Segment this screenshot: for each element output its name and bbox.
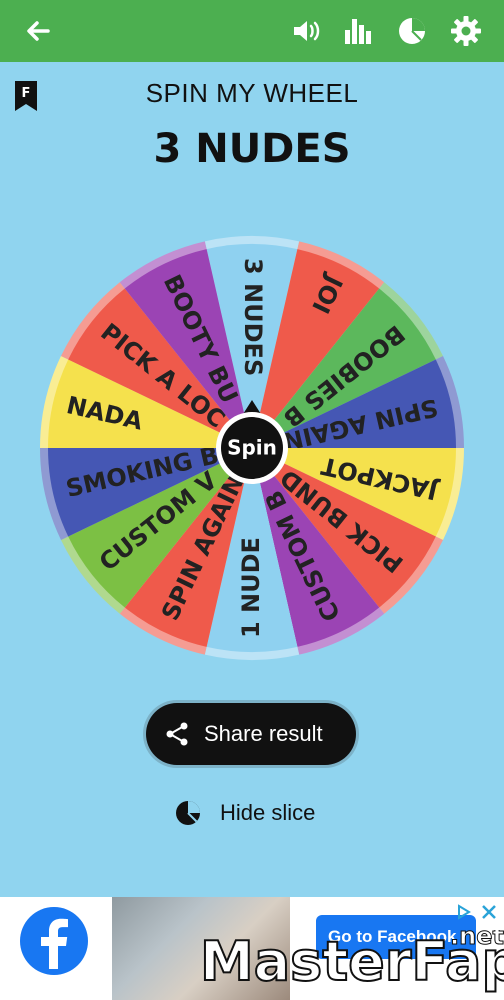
share-icon [166, 722, 188, 746]
spin-button-label[interactable]: Spin [227, 436, 277, 460]
spin-result: 3 NUDES [153, 126, 351, 172]
back-arrow-icon[interactable] [20, 13, 56, 49]
pie-chart-icon [176, 801, 200, 825]
volume-icon[interactable] [288, 13, 324, 49]
ad-choices-icon[interactable] [455, 903, 499, 921]
hide-slice-label: Hide slice [220, 800, 316, 825]
share-result-button[interactable]: Share result [146, 703, 356, 765]
top-app-bar [0, 0, 504, 62]
watermark: MasterFap .net [200, 930, 504, 994]
main-content: F SPIN MY WHEEL 3 NUDES 3 NUDES JOI BOOBIE… [0, 62, 504, 897]
wheel-slice-label: 1 NUDE [237, 537, 265, 638]
bar-chart-icon[interactable] [340, 13, 376, 49]
gear-icon[interactable] [448, 13, 484, 49]
wheel-slice-label: 3 NUDES [239, 258, 267, 376]
facebook-logo-icon [18, 905, 90, 977]
pie-chart-icon[interactable] [394, 13, 430, 49]
hide-slice-button[interactable]: Hide slice [174, 798, 315, 828]
share-result-label: Share result [204, 721, 323, 746]
spin-wheel[interactable]: 3 NUDES JOI BOOBIES B SPIN AGAIN JACKPOT PICK… [28, 224, 476, 672]
app-title: SPIN MY WHEEL [145, 78, 359, 108]
